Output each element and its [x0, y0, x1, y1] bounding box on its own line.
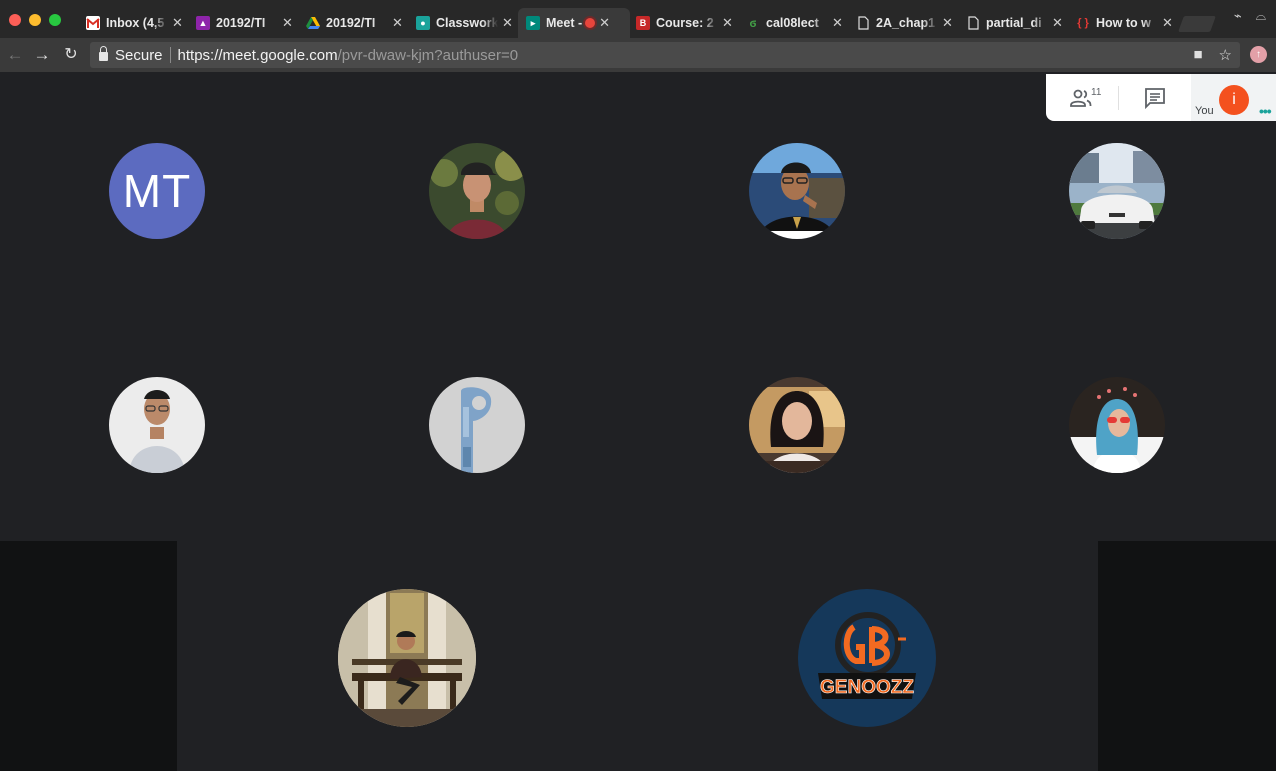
minimize-window-button[interactable]	[29, 14, 41, 26]
genoozz-logo: GENOOZZ	[798, 589, 936, 727]
browser-tab-strip: Inbox (4,5 ✕ ▲ 20192/TI ✕ 20192/TI ✕ ● C…	[0, 0, 1276, 38]
close-tab-icon[interactable]: ✕	[832, 15, 844, 31]
secure-label: Secure	[115, 46, 163, 64]
participant-tile-mt[interactable]: MT	[109, 143, 205, 239]
self-avatar: i	[1219, 85, 1249, 115]
code-braces-icon: { }	[1077, 17, 1089, 29]
tab-partial-di[interactable]: partial_di ✕	[958, 8, 1070, 38]
address-bar[interactable]: Secure https://meet.google.com/pvr-dwaw-…	[90, 42, 1240, 68]
participant-photo	[109, 377, 205, 473]
self-label: You	[1195, 105, 1214, 117]
tab-title: Classwork	[436, 16, 498, 30]
classroom-icon: ●	[416, 16, 430, 30]
divider	[169, 47, 171, 63]
browser-toolbar: ← → ↻ Secure https://meet.google.com/pvr…	[0, 38, 1276, 72]
participant-tile[interactable]	[1069, 377, 1165, 473]
forward-arrow-icon[interactable]: →	[31, 44, 53, 66]
tab-title: 2A_chap1	[876, 16, 936, 30]
tab-title: How to w	[1096, 16, 1151, 30]
participant-photo	[1069, 143, 1165, 239]
self-view[interactable]: i You •••	[1191, 74, 1276, 121]
tab-title: cal08lect	[766, 16, 819, 30]
participant-tile[interactable]	[109, 377, 205, 473]
empty-grid-area	[0, 541, 177, 771]
tab-title: Meet -	[546, 16, 583, 30]
url-path: /pvr-dwaw-kjm?authuser=0	[337, 46, 519, 64]
meet-top-panel: 11 i You •••	[1046, 74, 1276, 121]
recording-icon	[585, 18, 596, 28]
close-tab-icon[interactable]: ✕	[502, 15, 514, 31]
document-icon	[966, 16, 980, 30]
more-options-icon[interactable]: •••	[1259, 103, 1272, 119]
people-button[interactable]	[1069, 86, 1109, 110]
url-host: https://meet.google.com	[177, 46, 338, 64]
participant-photo	[429, 377, 525, 473]
participant-tile[interactable]	[749, 143, 845, 239]
tab-2a-chap1[interactable]: 2A_chap1 ✕	[848, 8, 960, 38]
participant-tile[interactable]: GENOOZZ	[798, 589, 936, 727]
tab-course[interactable]: B Course: 2 ✕	[628, 8, 740, 38]
meet-icon: ▸	[526, 16, 540, 30]
close-tab-icon[interactable]: ✕	[942, 15, 954, 31]
mute-tab-icon[interactable]: ⌁	[1234, 8, 1242, 24]
tab-classwork[interactable]: ● Classwork ✕	[408, 8, 520, 38]
classroom-people-icon: ▲	[196, 16, 210, 30]
tab-classroom-people[interactable]: ▲ 20192/TI ✕	[188, 8, 300, 38]
participant-photo	[749, 377, 845, 473]
tab-title: Inbox (4,5	[106, 16, 165, 30]
people-icon	[1070, 89, 1092, 107]
pdf-leaf-icon: ϭ	[749, 16, 757, 30]
tab-title: 20192/TI	[326, 16, 376, 30]
bookmark-star-icon[interactable]: ☆	[1219, 46, 1232, 64]
tab-title: partial_di	[986, 16, 1042, 30]
lock-icon	[99, 46, 108, 61]
reload-icon[interactable]: ↻	[60, 44, 82, 66]
participant-photo	[1069, 377, 1165, 473]
tab-title: 20192/TI	[216, 16, 266, 30]
participant-tile[interactable]	[749, 377, 845, 473]
empty-grid-area	[1098, 541, 1276, 771]
drive-icon	[306, 16, 320, 30]
close-tab-icon[interactable]: ✕	[1162, 15, 1174, 31]
divider	[1118, 86, 1119, 110]
participant-count: 11	[1091, 87, 1102, 98]
tab-meet[interactable]: ▸ Meet - ✕	[518, 8, 630, 38]
participant-tile[interactable]	[338, 589, 476, 727]
chat-button[interactable]	[1143, 86, 1169, 110]
maximize-window-button[interactable]	[49, 14, 61, 26]
close-window-button[interactable]	[9, 14, 21, 26]
profile-avatar[interactable]: ↑	[1250, 46, 1267, 63]
tab-inbox[interactable]: Inbox (4,5 ✕	[78, 8, 190, 38]
close-tab-icon[interactable]: ✕	[172, 15, 184, 31]
close-tab-icon[interactable]: ✕	[392, 15, 404, 31]
chat-icon	[1145, 88, 1165, 110]
tab-how-to[interactable]: { } How to w ✕	[1068, 8, 1180, 38]
document-icon	[856, 16, 870, 30]
back-arrow-icon[interactable]: ←	[4, 44, 26, 66]
incognito-icon: ⌓	[1255, 8, 1266, 23]
close-tab-icon[interactable]: ✕	[1052, 15, 1064, 31]
close-tab-icon[interactable]: ✕	[599, 15, 611, 31]
gmail-icon	[86, 16, 100, 30]
participant-photo	[429, 143, 525, 239]
participant-tile[interactable]	[429, 143, 525, 239]
course-icon: B	[636, 16, 650, 30]
tab-drive[interactable]: 20192/TI ✕	[298, 8, 410, 38]
participant-initials: MT	[122, 165, 192, 217]
tab-cal08lect[interactable]: ϭ cal08lect ✕	[738, 8, 850, 38]
participant-tile[interactable]	[429, 377, 525, 473]
close-tab-icon[interactable]: ✕	[722, 15, 734, 31]
tab-title: Course: 2	[656, 16, 714, 30]
camera-icon[interactable]: ■	[1193, 46, 1202, 64]
participant-photo	[338, 589, 476, 727]
close-tab-icon[interactable]: ✕	[282, 15, 294, 31]
participant-photo	[749, 143, 845, 239]
new-tab-button[interactable]	[1178, 16, 1216, 32]
genoozz-logo-text: GENOOZZ	[820, 677, 914, 698]
participant-tile[interactable]	[1069, 143, 1165, 239]
